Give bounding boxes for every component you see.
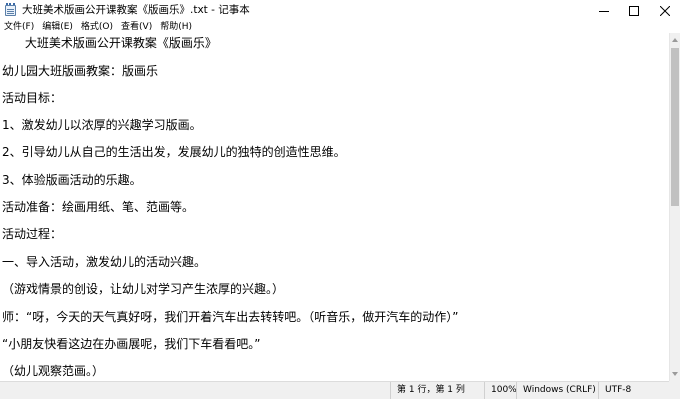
document-line: 活动目标： bbox=[2, 91, 63, 105]
vertical-scrollbar[interactable] bbox=[669, 33, 680, 381]
document-line: 幼儿园大班版画教案：版画乐 bbox=[2, 64, 159, 78]
notepad-icon bbox=[5, 3, 18, 16]
document-line: 3、体验版画活动的乐趣。 bbox=[2, 173, 142, 187]
menu-edit[interactable]: 编辑(E) bbox=[42, 21, 73, 33]
document-line: （游戏情景的创设，让幼儿对学习产生浓厚的兴趣。） bbox=[2, 282, 285, 296]
scroll-up-arrow-icon[interactable] bbox=[672, 38, 678, 42]
document-line: （幼儿观察范画。） bbox=[2, 364, 105, 378]
document-line: 大班美术版画公开课教案《版画乐》 bbox=[2, 36, 217, 50]
window-title: 大班美术版画公开课教案《版画乐》.txt - 记事本 bbox=[22, 4, 250, 16]
minimize-icon bbox=[599, 10, 609, 12]
maximize-button[interactable] bbox=[619, 0, 649, 21]
document-line: “小朋友快看这边在办画展呢，我们下车看看吧。” bbox=[2, 337, 261, 351]
minimize-button[interactable] bbox=[589, 0, 619, 21]
close-button[interactable] bbox=[650, 0, 680, 21]
document-line: 活动过程： bbox=[2, 227, 63, 241]
encoding: UTF-8 bbox=[598, 382, 669, 399]
document-line: 师：“呀，今天的天气真好呀，我们开着汽车出去转转吧。（听音乐，做开汽车的动作）” bbox=[2, 310, 459, 324]
scrollbar-corner bbox=[669, 381, 680, 399]
menu-help[interactable]: 帮助(H) bbox=[160, 21, 192, 33]
line-ending: Windows (CRLF) bbox=[516, 382, 598, 399]
status-bar: 第 1 行，第 1 列 100% Windows (CRLF) UTF-8 bbox=[0, 381, 669, 399]
menu-view[interactable]: 查看(V) bbox=[121, 21, 152, 33]
document-line: 活动准备：绘画用纸、笔、范画等。 bbox=[2, 200, 195, 214]
document-line: 2、引导幼儿从自己的生活出发，发展幼儿的独特的创造性思维。 bbox=[2, 145, 346, 159]
notepad-window: 大班美术版画公开课教案《版画乐》.txt - 记事本 文件(F) 编辑(E) 格… bbox=[0, 0, 680, 399]
maximize-icon bbox=[629, 5, 639, 16]
zoom-level: 100% bbox=[484, 382, 517, 399]
cursor-position: 第 1 行，第 1 列 bbox=[390, 382, 484, 399]
title-bar[interactable]: 大班美术版画公开课教案《版画乐》.txt - 记事本 bbox=[0, 0, 680, 21]
menu-format[interactable]: 格式(O) bbox=[81, 21, 113, 33]
document-line: 一、导入活动，激发幼儿的活动兴趣。 bbox=[2, 255, 207, 269]
menu-bar: 文件(F) 编辑(E) 格式(O) 查看(V) 帮助(H) bbox=[0, 21, 680, 33]
scrollbar-thumb[interactable] bbox=[671, 48, 679, 206]
document-line: 1、激发幼儿以浓厚的兴趣学习版画。 bbox=[2, 118, 202, 132]
menu-file[interactable]: 文件(F) bbox=[4, 21, 34, 33]
scroll-down-arrow-icon[interactable] bbox=[672, 372, 678, 376]
close-icon bbox=[660, 5, 670, 16]
text-editor[interactable]: 大班美术版画公开课教案《版画乐》 幼儿园大班版画教案：版画乐 活动目标： 1、激… bbox=[0, 33, 669, 381]
